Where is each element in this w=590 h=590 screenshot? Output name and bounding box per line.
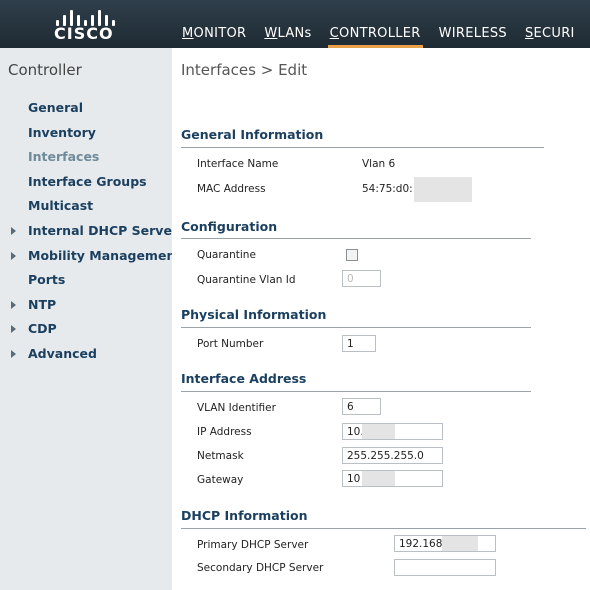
redacted-block <box>442 536 478 551</box>
nav-wlans[interactable]: WLANs <box>262 0 313 48</box>
expand-arrow-icon[interactable] <box>11 349 16 358</box>
expand-arrow-icon[interactable] <box>11 251 16 260</box>
section-divider <box>181 391 531 392</box>
sidebar-item-general[interactable]: General <box>0 96 172 121</box>
page-title: Interfaces > Edit <box>181 61 308 79</box>
sidebar-item-label: Interface Groups <box>28 173 147 189</box>
expand-arrow-icon[interactable] <box>11 325 16 334</box>
sidebar-menu: General Inventory Interfaces Interface G… <box>0 96 181 367</box>
expand-arrow-icon[interactable] <box>11 226 16 235</box>
redacted-block <box>414 177 472 202</box>
sidebar-item-label: Ports <box>28 272 66 288</box>
gateway-label: Gateway <box>197 474 244 486</box>
redacted-block <box>362 424 395 439</box>
sidebar-item-label: Mobility Management <box>28 247 182 263</box>
section-divider <box>181 327 531 328</box>
nav-security[interactable]: SECURI <box>523 0 577 48</box>
sidebar-item-label: General <box>28 100 83 115</box>
sidebar-item-ports[interactable]: Ports <box>0 268 172 293</box>
expand-arrow-icon[interactable] <box>11 300 16 309</box>
mac-address-value: 54:75:d0: <box>362 183 413 195</box>
ip-address-label: IP Address <box>197 426 252 438</box>
main-panel: Interfaces > Edit General Information In… <box>172 48 590 590</box>
sidebar-item-interface-groups[interactable]: Interface Groups <box>0 170 172 195</box>
sidebar-item-inventory[interactable]: Inventory <box>0 121 172 146</box>
top-bar: CISCO MONITOR WLANs CONTROLLER WIRELESS … <box>0 0 590 48</box>
primary-dhcp-label: Primary DHCP Server <box>197 539 309 551</box>
quarantine-vlan-label: Quarantine Vlan Id <box>197 274 296 286</box>
sidebar: Controller General Inventory Interfaces … <box>0 48 181 590</box>
cisco-logo[interactable]: CISCO <box>48 4 128 44</box>
port-number-label: Port Number <box>197 338 264 350</box>
secondary-dhcp-label: Secondary DHCP Server <box>197 562 324 574</box>
redacted-block <box>362 471 395 486</box>
sidebar-item-label: Inventory <box>28 124 96 140</box>
netmask-label: Netmask <box>197 450 244 462</box>
sidebar-item-label: Internal DHCP Server <box>28 222 179 238</box>
sidebar-item-label: Interfaces <box>28 149 100 165</box>
section-address-heading: Interface Address <box>181 371 307 386</box>
sidebar-item-multicast[interactable]: Multicast <box>0 194 172 219</box>
mac-address-label: MAC Address <box>197 183 266 195</box>
nav-monitor[interactable]: MONITOR <box>180 0 248 48</box>
section-dhcp-heading: DHCP Information <box>181 508 308 523</box>
sidebar-item-interfaces[interactable]: Interfaces <box>0 145 172 170</box>
sidebar-item-label: CDP <box>28 321 57 337</box>
sidebar-item-cdp[interactable]: CDP <box>0 317 172 342</box>
section-divider <box>181 528 586 529</box>
netmask-field[interactable]: 255.255.255.0 <box>342 447 443 464</box>
quarantine-checkbox[interactable] <box>346 249 358 261</box>
cisco-logo-text: CISCO <box>54 24 114 43</box>
cisco-logo-bars-icon <box>52 6 116 26</box>
sidebar-item-advanced[interactable]: Advanced <box>0 342 172 367</box>
interface-name-label: Interface Name <box>197 158 279 170</box>
main-nav: MONITOR WLANs CONTROLLER WIRELESS SECURI <box>180 0 590 48</box>
sidebar-item-internal-dhcp-server[interactable]: Internal DHCP Server <box>0 219 178 244</box>
section-general-heading: General Information <box>181 127 324 142</box>
interface-name-value: Vlan 6 <box>362 158 396 170</box>
section-divider <box>181 238 531 239</box>
sidebar-item-label: Multicast <box>28 198 94 214</box>
secondary-dhcp-field[interactable] <box>394 559 496 576</box>
sidebar-item-label: Advanced <box>28 345 97 361</box>
vlan-identifier-field[interactable]: 6 <box>342 398 381 415</box>
sidebar-item-mobility-management[interactable]: Mobility Management <box>0 244 181 269</box>
sidebar-item-label: NTP <box>28 296 57 312</box>
sidebar-item-ntp[interactable]: NTP <box>0 293 172 318</box>
nav-wireless[interactable]: WIRELESS <box>437 0 509 48</box>
quarantine-label: Quarantine <box>197 249 256 261</box>
vlan-identifier-label: VLAN Identifier <box>197 402 276 414</box>
section-physical-heading: Physical Information <box>181 307 327 322</box>
sidebar-title: Controller <box>8 61 82 79</box>
quarantine-vlan-field[interactable]: 0 <box>342 270 381 287</box>
port-number-field[interactable]: 1 <box>342 335 376 352</box>
nav-controller[interactable]: CONTROLLER <box>327 0 423 48</box>
section-divider <box>181 147 544 148</box>
section-configuration-heading: Configuration <box>181 219 278 234</box>
